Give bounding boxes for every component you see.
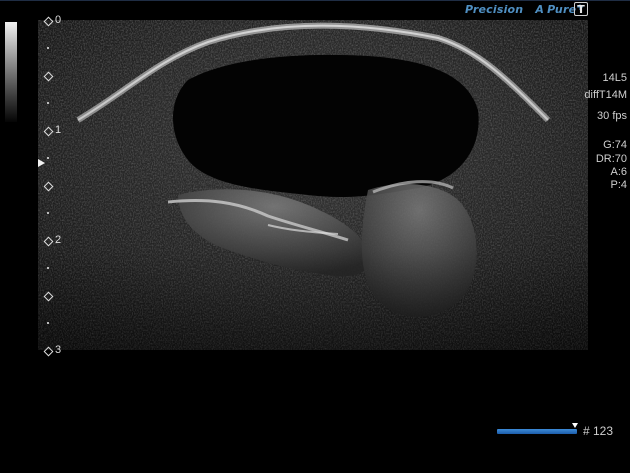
apure-word: Pure — [547, 3, 577, 16]
brand-labels: Precision A Pure+ — [465, 3, 584, 16]
depth-marker-3 — [43, 346, 54, 357]
depth-marker-0 — [43, 16, 54, 27]
depth-dot — [47, 47, 49, 49]
focus-arrow-icon[interactable] — [38, 159, 45, 167]
p-value-label: P:4 — [610, 179, 627, 191]
depth-label-0: 0 — [55, 14, 62, 26]
depth-dot — [47, 267, 49, 269]
depth-dot — [47, 322, 49, 324]
depth-marker — [43, 71, 54, 82]
mode-label: diffT14M — [584, 89, 627, 101]
cine-position-marker[interactable] — [571, 423, 578, 428]
ultrasound-image[interactable] — [38, 20, 588, 350]
depth-label-3: 3 — [55, 344, 62, 356]
ultrasound-screen: Precision A Pure+ T 0 1 2 3 14L5 diffT14… — [0, 0, 630, 473]
depth-marker — [43, 181, 54, 192]
depth-marker — [43, 291, 54, 302]
cine-progress-bar[interactable] — [497, 429, 577, 434]
dynamic-range-label: DR:70 — [595, 153, 627, 165]
depth-label-2: 2 — [55, 234, 62, 246]
frame-rate-label: 30 fps — [597, 110, 627, 122]
t-button[interactable]: T — [574, 2, 588, 16]
apure-a: A — [535, 3, 545, 16]
depth-label-1: 1 — [55, 124, 62, 136]
depth-marker-2 — [43, 236, 54, 247]
depth-dot — [47, 102, 49, 104]
top-border — [0, 0, 630, 1]
probe-label: 14L5 — [602, 72, 627, 84]
precision-label: Precision — [464, 3, 524, 16]
depth-dot — [47, 157, 49, 159]
a-value-label: A:6 — [610, 166, 627, 178]
gain-label: G:74 — [603, 139, 627, 151]
depth-scale: 0 1 2 3 — [40, 14, 70, 359]
frame-counter: # 123 — [583, 424, 614, 438]
depth-marker-1 — [43, 126, 54, 137]
depth-dot — [47, 212, 49, 214]
greyscale-bar — [5, 22, 17, 122]
